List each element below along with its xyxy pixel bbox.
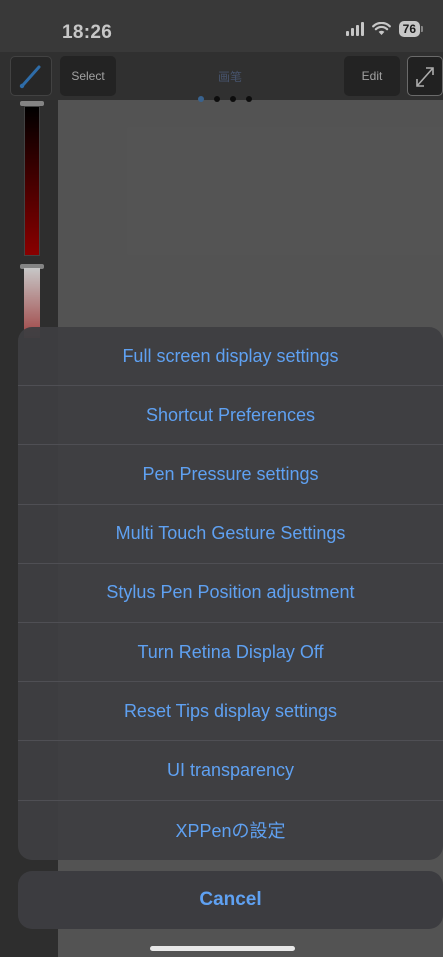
stylus-position-option[interactable]: Stylus Pen Position adjustment <box>18 564 443 623</box>
shortcut-preferences-option[interactable]: Shortcut Preferences <box>18 386 443 446</box>
reset-tips-option[interactable]: Reset Tips display settings <box>18 682 443 742</box>
full-screen-settings-option[interactable]: Full screen display settings <box>18 327 443 387</box>
xppen-settings-option[interactable]: XPPenの設定 <box>18 801 443 860</box>
home-indicator[interactable] <box>150 946 295 951</box>
cancel-button[interactable]: Cancel <box>18 871 443 929</box>
settings-action-sheet: Full screen display settings Shortcut Pr… <box>18 327 443 860</box>
retina-display-option[interactable]: Turn Retina Display Off <box>18 623 443 683</box>
multi-touch-gesture-option[interactable]: Multi Touch Gesture Settings <box>18 505 443 564</box>
pen-pressure-settings-option[interactable]: Pen Pressure settings <box>18 445 443 505</box>
ui-transparency-option[interactable]: UI transparency <box>18 741 443 801</box>
